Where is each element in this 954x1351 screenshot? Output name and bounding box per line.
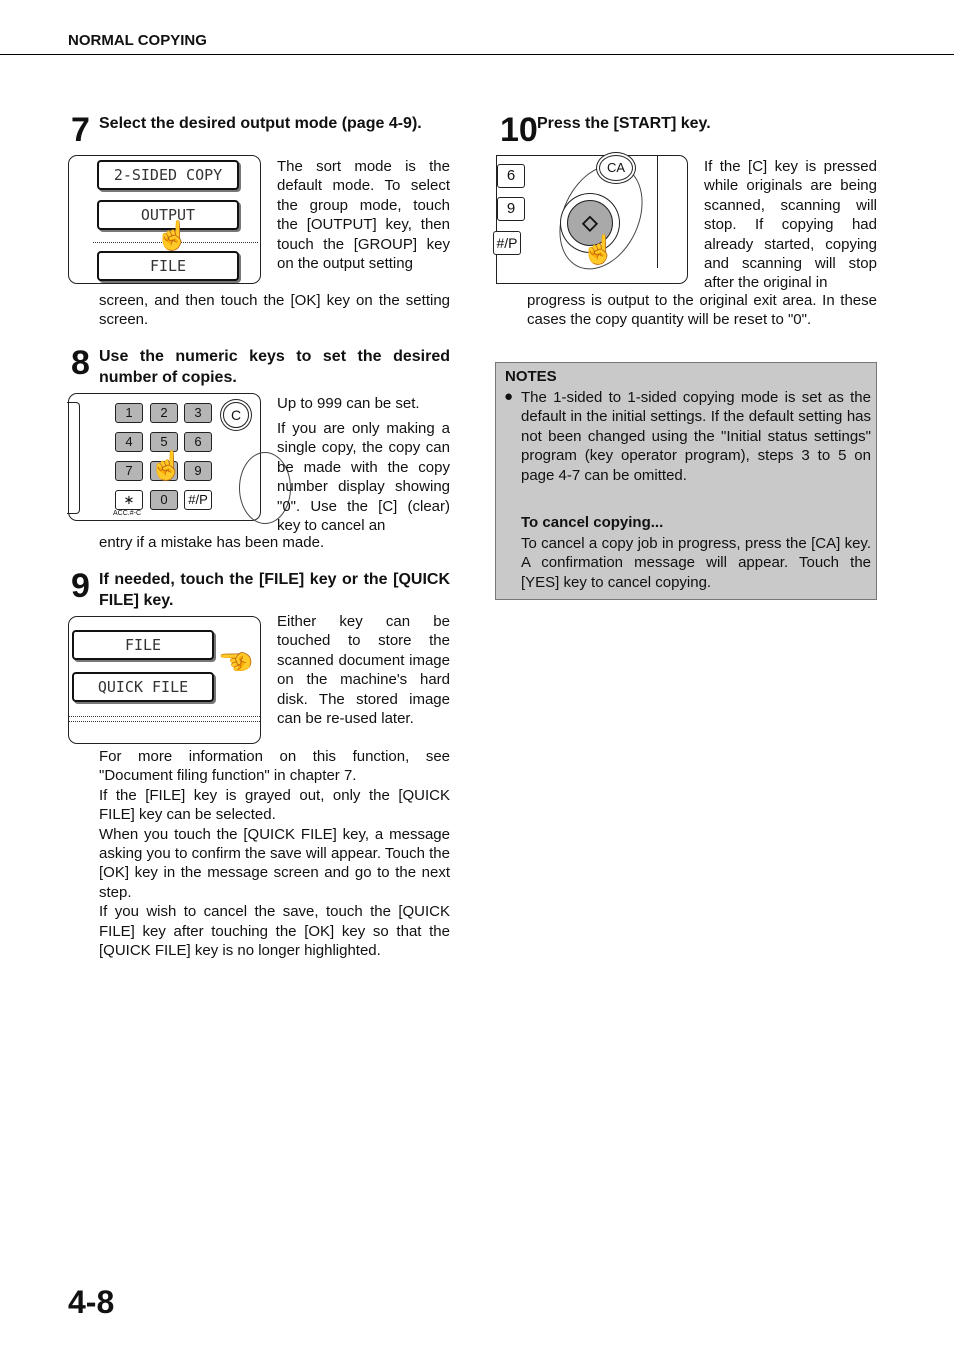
key-6: 6 [497,164,525,188]
file-button: FILE [97,251,239,281]
file-keys-illustration: FILE QUICK FILE ☝ [68,616,261,744]
notes-bullet: The 1-sided to 1-sided copying mode is s… [521,389,871,484]
step-number: 7 [71,111,90,149]
cancel-text: To cancel a copy job in progress, press … [521,535,871,591]
paragraph: If the [FILE] key is grayed out, only th… [99,786,450,824]
step-title: Select the desired output mode (page 4-9… [99,115,422,132]
step-number: 9 [71,567,90,605]
key-0: 0 [150,490,178,510]
header-rule [0,54,954,55]
page-number: 4-8 [68,1284,115,1320]
pointing-hand-icon: ☝ [581,234,616,265]
step-text-continued: progress is output to the original exit … [527,292,877,329]
touch-panel-illustration: 2-SIDED COPY OUTPUT FILE ☝ [68,155,261,284]
key-7: 7 [115,461,143,481]
key-9: 9 [497,197,525,221]
pointing-hand-icon: ☝ [220,643,252,679]
pointing-hand-icon: ☝ [155,220,190,251]
quick-file-button: QUICK FILE [72,672,214,702]
step-text: The sort mode is the default mode. To se… [277,158,450,273]
start-key-illustration: 6 9 #/P CA ◇ ☝ [493,151,688,284]
notes-box: NOTES ● The 1-sided to 1-sided copying m… [495,362,877,600]
clear-all-key: CA [599,155,633,181]
step-title: If needed, touch the [FILE] key or the [… [99,571,450,609]
key-asterisk: ∗ [115,490,143,510]
key-hash-p: #/P [493,231,521,255]
pointing-hand-icon: ☝ [149,450,184,481]
step-text: If you are only making a single copy, th… [277,420,450,535]
step-text-continued: entry if a mistake has been made. [99,534,325,551]
key-4: 4 [115,432,143,452]
key-6: 6 [184,432,212,452]
key-3: 3 [184,403,212,423]
key-5: 5 [150,432,178,452]
key-hash-p: #/P [184,490,212,510]
paragraph: When you touch the [QUICK FILE] key, a m… [99,825,450,901]
step-text: If the [C] key is pressed while original… [704,158,877,292]
step-text-continued: For more information on this function, s… [99,747,450,960]
side-panel [67,402,80,514]
step-text: Either key can be touched to store the s… [277,613,450,728]
paragraph: For more information on this function, s… [99,748,450,785]
cancel-heading: To cancel copying... [521,514,664,531]
key-9: 9 [184,461,212,481]
paragraph: If you wish to cancel the save, touch th… [99,903,450,960]
key-2: 2 [150,403,178,423]
step-number: 10 [500,111,538,149]
panel-edge [657,156,658,268]
clear-key: C [223,402,249,428]
notes-heading: NOTES [505,368,557,385]
numeric-keypad-illustration: 1 2 3 4 5 6 7 8 9 ∗ 0 #/P ACC.#-C C ☝ [67,393,291,524]
bullet-icon: ● [504,388,514,405]
key-1: 1 [115,403,143,423]
two-sided-copy-button: 2-SIDED COPY [97,160,239,190]
manual-page: NORMAL COPYING 7 Select the desired outp… [0,0,954,1351]
step-title: Press the [START] key. [537,115,711,132]
step-text-continued: screen, and then touch the [OK] key on t… [99,292,450,329]
step-lead: Up to 999 can be set. [277,395,420,412]
section-header: NORMAL COPYING [68,32,207,49]
file-button: FILE [72,630,214,660]
step-title: Use the numeric keys to set the desired … [99,348,450,386]
divider [69,716,260,722]
step-number: 8 [71,344,90,382]
acc-label: ACC.#-C [113,510,142,517]
